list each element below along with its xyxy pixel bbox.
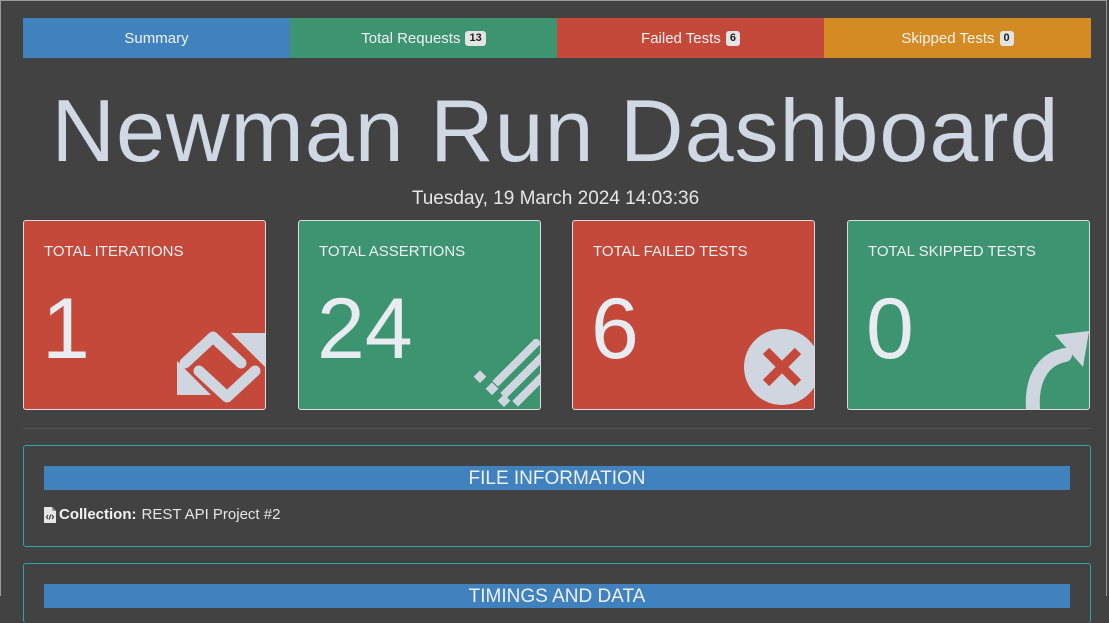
tab-label: Skipped Tests xyxy=(901,29,995,47)
share-arrow-icon xyxy=(1025,331,1089,409)
page-title: Newman Run Dashboard xyxy=(51,81,1060,180)
tab-label: Summary xyxy=(124,29,189,47)
tab-failed-tests[interactable]: Failed Tests 6 xyxy=(557,18,824,58)
count-badge: 6 xyxy=(725,30,740,46)
section-divider xyxy=(23,428,1091,429)
collection-label: Collection: xyxy=(59,506,137,523)
tab-skipped-tests[interactable]: Skipped Tests 0 xyxy=(824,18,1091,58)
list-check-icon xyxy=(473,339,540,408)
count-badge: 0 xyxy=(999,30,1014,46)
card-total-skipped-tests: TOTAL SKIPPED TESTS 0 xyxy=(847,220,1090,410)
card-label: TOTAL SKIPPED TESTS xyxy=(868,243,1036,260)
times-circle-icon xyxy=(744,329,814,405)
panel-header: FILE INFORMATION xyxy=(44,466,1070,490)
tab-total-requests[interactable]: Total Requests 13 xyxy=(290,18,557,58)
tab-label: Total Requests xyxy=(361,29,461,47)
card-label: TOTAL ITERATIONS xyxy=(44,243,184,260)
panel-header: TIMINGS AND DATA xyxy=(44,584,1070,608)
tab-label: Failed Tests xyxy=(641,29,721,47)
sync-icon xyxy=(177,331,265,403)
card-value: 6 xyxy=(591,281,639,377)
card-value: 24 xyxy=(317,281,413,377)
card-label: TOTAL ASSERTIONS xyxy=(319,243,466,260)
tab-summary[interactable]: Summary xyxy=(23,18,290,58)
collection-row: Collection: REST API Project #2 xyxy=(44,506,280,523)
dashboard-frame: Summary Total Requests 13 Failed Tests 6… xyxy=(0,0,1107,623)
count-badge: 13 xyxy=(465,30,486,46)
card-value: 1 xyxy=(42,281,90,377)
card-total-assertions: TOTAL ASSERTIONS 24 xyxy=(298,220,541,410)
summary-cards: TOTAL ITERATIONS 1 TOTAL ASSERTIONS 24 T… xyxy=(23,220,1091,412)
card-label: TOTAL FAILED TESTS xyxy=(593,243,748,260)
card-total-iterations: TOTAL ITERATIONS 1 xyxy=(23,220,266,410)
file-information-panel: FILE INFORMATION Collection: REST API Pr… xyxy=(23,445,1091,547)
card-total-failed-tests: TOTAL FAILED TESTS 6 xyxy=(572,220,815,410)
card-value: 0 xyxy=(866,281,914,377)
run-timestamp: Tuesday, 19 March 2024 14:03:36 xyxy=(411,188,700,209)
collection-value: REST API Project #2 xyxy=(141,506,281,523)
timings-panel: TIMINGS AND DATA xyxy=(23,563,1091,623)
nav-tabs: Summary Total Requests 13 Failed Tests 6… xyxy=(23,18,1091,58)
file-code-icon xyxy=(44,506,56,523)
